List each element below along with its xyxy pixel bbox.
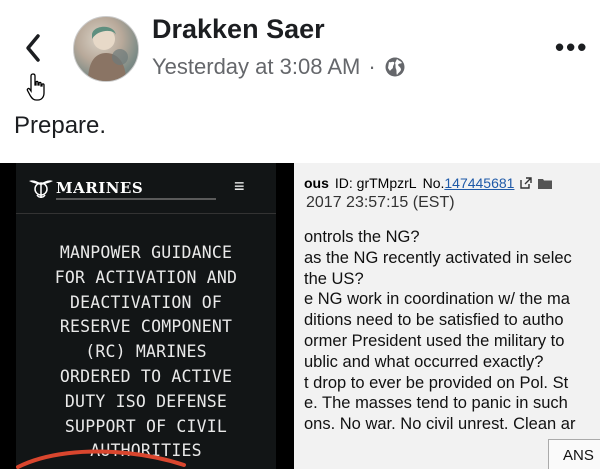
- marines-subtitle-bar: [56, 198, 216, 200]
- guidance-line: (RC) MARINES: [85, 342, 207, 362]
- post-number: No.147445681: [423, 175, 515, 191]
- poster-id: ID: grTMpzrL: [334, 175, 417, 191]
- chevron-left-icon: [26, 34, 40, 62]
- guidance-line: RESERVE COMPONENT: [59, 317, 233, 337]
- eagle-globe-anchor-icon: [29, 180, 53, 198]
- post-caption: Prepare.: [14, 112, 107, 139]
- guidance-line: FOR ACTIVATION AND: [54, 267, 238, 287]
- post-body: ontrols the NG? as the NG recently activ…: [304, 227, 575, 435]
- ans-label: ANS: [563, 447, 594, 464]
- post-line: as the NG recently activated in selec: [304, 248, 572, 267]
- post-timestamp[interactable]: Yesterday at 3:08 AM: [152, 54, 360, 80]
- poster-name: ous: [304, 175, 329, 191]
- marines-header: MARINES ≡: [16, 163, 276, 214]
- guidance-line: DUTY ISO DEFENSE: [64, 391, 228, 411]
- post-line: ditions need to be satisfied to autho: [304, 311, 564, 330]
- marines-brand: MARINES: [56, 179, 144, 197]
- post-line: e. The masses tend to panic in such: [304, 394, 568, 413]
- post-line: e NG work in coordination w/ the ma: [304, 290, 570, 309]
- more-options-button[interactable]: •••: [555, 32, 588, 63]
- chan-post-screenshot-image[interactable]: ous ID: grTMpzrL No.147445681 2017 23:57…: [294, 163, 600, 469]
- post-line: the US?: [304, 269, 364, 288]
- folder-icon: [538, 179, 553, 189]
- marines-screenshot-image[interactable]: MARINES ≡ MANPOWER GUIDANCE FOR ACTIVATI…: [0, 163, 294, 469]
- globe-icon[interactable]: [384, 56, 406, 78]
- guidance-line: DEACTIVATION OF: [69, 292, 222, 312]
- avatar-image: [88, 26, 128, 81]
- guidance-text: MANPOWER GUIDANCE FOR ACTIVATION AND DEA…: [16, 241, 276, 464]
- post-header: ous ID: grTMpzrL No.147445681: [304, 175, 553, 191]
- avatar[interactable]: [73, 16, 139, 82]
- meta-separator: ·: [368, 54, 376, 79]
- post-number-link: 147445681: [444, 175, 515, 191]
- post-number-label: No.: [422, 175, 445, 191]
- post-line: ontrols the NG?: [304, 228, 420, 246]
- ans-box: ANS: [548, 439, 600, 469]
- guidance-line: MANPOWER GUIDANCE: [59, 243, 233, 262]
- post-meta: Yesterday at 3:08 AM ·: [152, 54, 406, 80]
- post-line: t drop to ever be provided on Pol. St: [304, 373, 569, 392]
- hand-pointer-icon: [26, 73, 45, 101]
- post-line: ormer President used the military to: [304, 331, 565, 350]
- guidance-line: ORDERED TO ACTIVE: [59, 366, 233, 386]
- post-date: 2017 23:57:15 (EST): [306, 194, 455, 211]
- hamburger-menu-icon: ≡: [234, 176, 245, 196]
- red-scribble-mark: [16, 449, 186, 469]
- back-button[interactable]: [18, 30, 48, 66]
- post-line: ons. No war. No civil unrest. Clean ar: [304, 415, 576, 434]
- marines-card: MARINES ≡ MANPOWER GUIDANCE FOR ACTIVATI…: [16, 163, 276, 469]
- external-link-icon: [520, 177, 533, 189]
- post-line: ublic and what occurred exactly?: [304, 352, 544, 371]
- guidance-line: SUPPORT OF CIVIL: [64, 416, 228, 436]
- author-name[interactable]: Drakken Saer: [152, 14, 325, 45]
